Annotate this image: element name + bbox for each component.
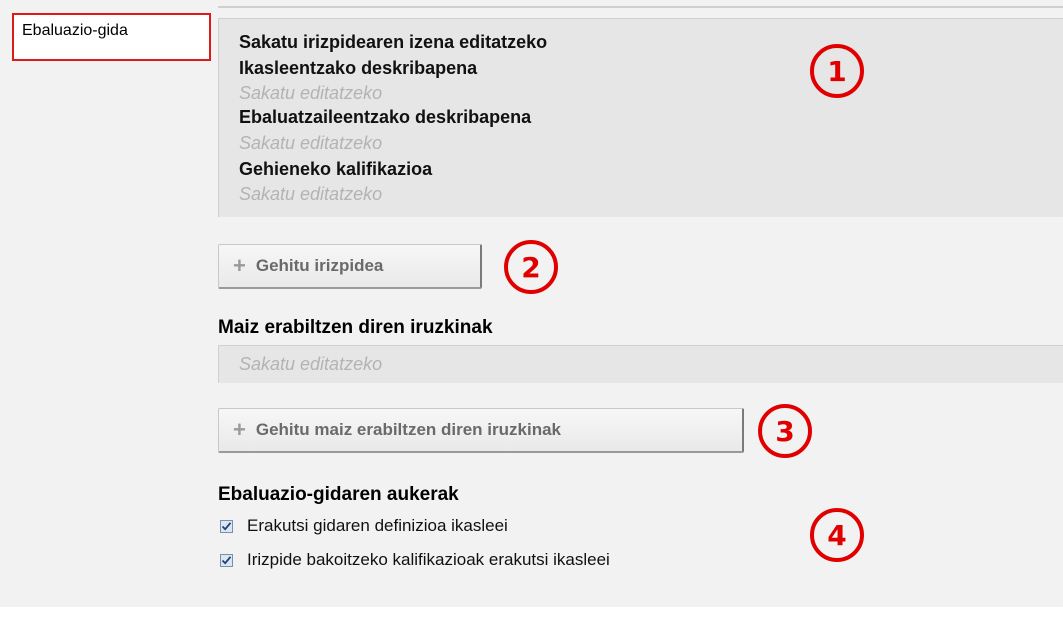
plus-icon: + xyxy=(233,417,246,442)
rubric-options-title: Ebaluazio-gidaren aukerak xyxy=(218,484,459,505)
annotation-marker-3: 3 xyxy=(758,404,812,458)
annotation-marker-1: 1 xyxy=(810,44,864,98)
top-divider xyxy=(218,6,1063,8)
annotation-marker-2: 2 xyxy=(504,240,558,294)
add-frequent-comments-label: Gehitu maiz erabiltzen diren iruzkinak xyxy=(255,420,561,439)
show-scores-checkbox[interactable] xyxy=(220,553,233,567)
max-grade-editable[interactable]: Sakatu editatzeko xyxy=(239,183,382,205)
plus-icon: + xyxy=(233,253,246,278)
show-definition-label: Erakutsi gidaren definizioa ikasleei xyxy=(247,516,508,535)
bottom-strip xyxy=(0,607,1063,618)
max-grade-label: Gehieneko kalifikazioa xyxy=(239,159,433,179)
frequent-comments-field[interactable]: Sakatu editatzeko xyxy=(218,345,1063,383)
option-row-show-definition: Erakutsi gidaren definizioa ikasleei xyxy=(220,516,508,536)
evaluator-description-label: Ebaluatzaileentzako deskribapena xyxy=(239,107,532,127)
frequent-comments-placeholder: Sakatu editatzeko xyxy=(239,354,383,374)
annotation-marker-4: 4 xyxy=(810,508,864,562)
show-scores-label: Irizpide bakoitzeko kalifikazioak erakut… xyxy=(247,550,610,569)
add-frequent-comments-button[interactable]: + Gehitu maiz erabiltzen diren iruzkinak xyxy=(218,408,744,453)
add-criterion-label: Gehitu irizpidea xyxy=(255,256,384,275)
option-row-show-scores: Irizpide bakoitzeko kalifikazioak erakut… xyxy=(220,550,610,570)
checkmark-icon xyxy=(221,521,232,531)
student-description-label: Ikasleentzako deskribapena xyxy=(239,58,478,78)
evaluator-description-editable[interactable]: Sakatu editatzeko xyxy=(239,132,382,154)
rubric-label: Ebaluazio-gida xyxy=(22,22,128,39)
checkmark-icon xyxy=(221,555,232,565)
add-criterion-button[interactable]: + Gehitu irizpidea xyxy=(218,244,482,289)
frequent-comments-title: Maiz erabiltzen diren iruzkinak xyxy=(218,317,493,338)
show-definition-checkbox[interactable] xyxy=(220,519,233,533)
criterion-name-editable[interactable]: Sakatu irizpidearen izena editatzeko xyxy=(239,31,547,53)
criterion-panel: Sakatu irizpidearen izena editatzeko Ika… xyxy=(218,18,1063,217)
student-description-editable[interactable]: Sakatu editatzeko xyxy=(239,82,382,104)
